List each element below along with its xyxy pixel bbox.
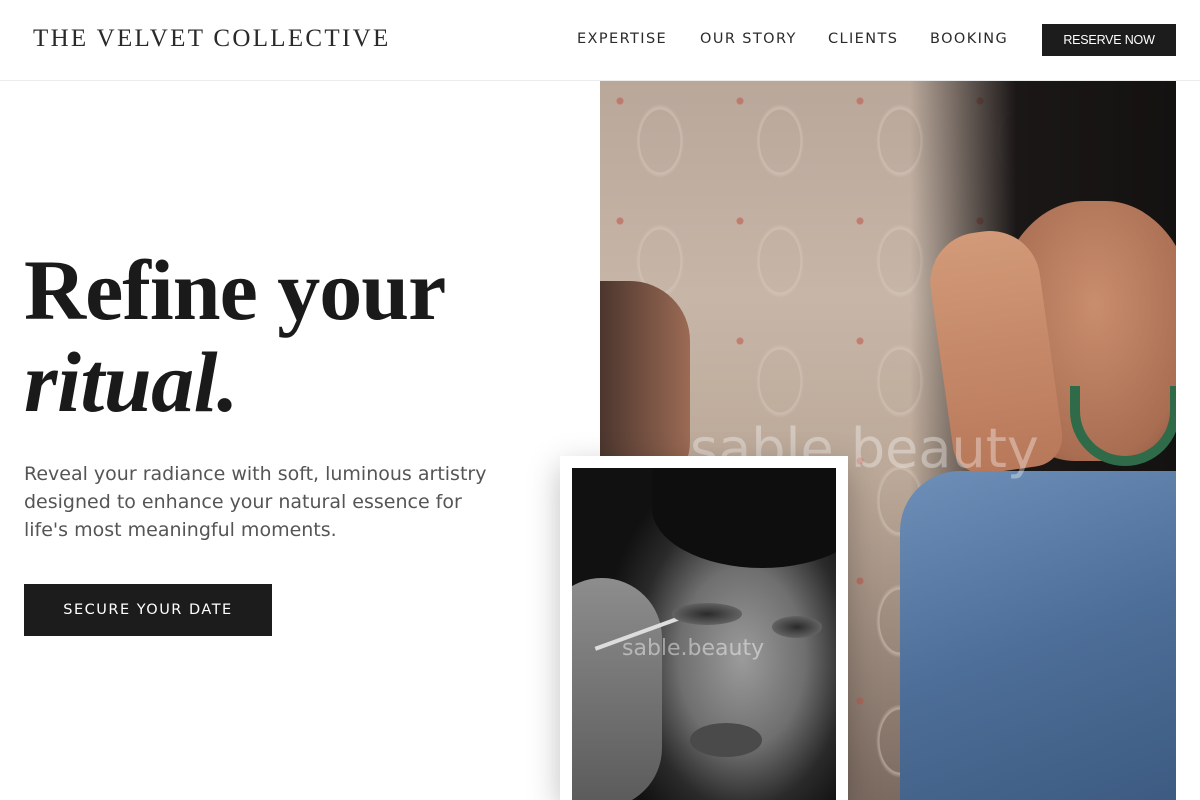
secure-date-button[interactable]: SECURE YOUR DATE bbox=[24, 584, 272, 636]
reserve-now-button[interactable]: RESERVE NOW bbox=[1042, 24, 1176, 56]
bw-hand-shape bbox=[572, 578, 662, 800]
bw-hair-shape bbox=[652, 468, 836, 568]
site-header: THE VELVET COLLECTIVE EXPERTISE OUR STOR… bbox=[0, 0, 1200, 81]
secondary-bw-photo: sable.beauty bbox=[572, 468, 836, 800]
nav-link-expertise[interactable]: EXPERTISE bbox=[577, 31, 667, 47]
hero-headline: Refine your ritual. bbox=[24, 242, 446, 430]
nav-link-clients[interactable]: CLIENTS bbox=[828, 31, 898, 47]
bw-eye-left-shape bbox=[672, 603, 742, 625]
nav-link-our-story[interactable]: OUR STORY bbox=[700, 31, 797, 47]
brand-logo[interactable]: THE VELVET COLLECTIVE bbox=[33, 25, 391, 53]
secondary-photo-card: sable.beauty bbox=[560, 456, 848, 800]
denim-sleeve-shape bbox=[900, 471, 1176, 800]
bw-eye-right-shape bbox=[772, 616, 822, 638]
hero-headline-line2: ritual. bbox=[24, 334, 238, 430]
nav-link-booking[interactable]: BOOKING bbox=[930, 31, 1008, 47]
bw-lips-shape bbox=[690, 723, 762, 757]
hero-headline-line1: Refine your bbox=[24, 242, 446, 338]
secondary-photo-watermark: sable.beauty bbox=[622, 636, 765, 661]
hero-description: Reveal your radiance with soft, luminous… bbox=[24, 463, 487, 541]
